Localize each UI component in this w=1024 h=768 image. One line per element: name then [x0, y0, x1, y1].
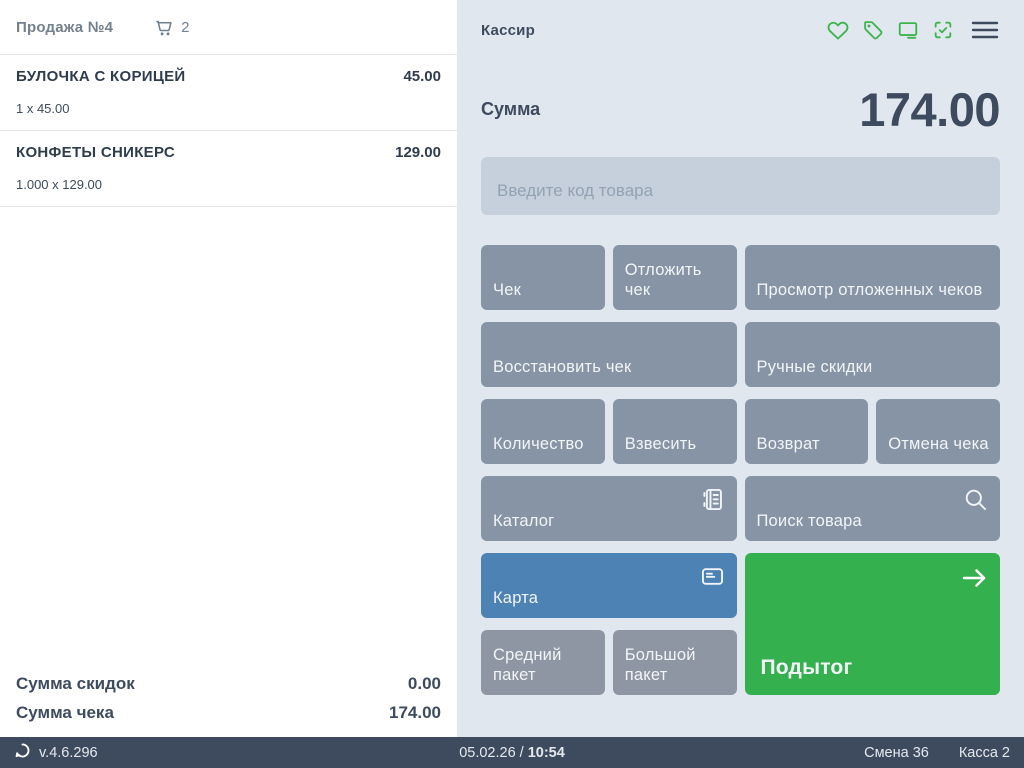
item-price: 129.00 [395, 144, 441, 161]
heart-icon[interactable] [827, 19, 849, 41]
receipt-panel: Продажа №4 2 БУЛОЧКА С КОРИЦЕЙ 45.00 1 x… [0, 0, 457, 737]
arrow-right-icon [959, 563, 989, 596]
large-bag-button[interactable]: Большой пакет [612, 630, 737, 695]
discount-value: 0.00 [407, 674, 441, 693]
hold-cheque-button[interactable]: Отложить чек [612, 245, 737, 310]
monitor-icon[interactable] [897, 19, 919, 41]
quantity-button[interactable]: Количество [481, 399, 605, 464]
card-button[interactable]: Карта [481, 553, 737, 618]
shift-label[interactable]: Смена 36 [864, 745, 929, 761]
item-quantity: 1 x 45.00 [16, 101, 70, 116]
receipt-item[interactable]: БУЛОЧКА С КОРИЦЕЙ 45.00 1 x 45.00 [0, 55, 457, 131]
action-button-grid: Чек Отложить чек Просмотр отложенных чек… [481, 245, 1000, 695]
sale-title: Продажа №4 [16, 18, 114, 36]
item-price: 45.00 [403, 68, 441, 85]
product-search-button[interactable]: Поиск товара [744, 476, 1000, 541]
cheque-total-row: Сумма чека 174.00 [16, 703, 441, 723]
sum-value: 174.00 [859, 83, 1000, 136]
view-held-cheques-button[interactable]: Просмотр отложенных чеков [744, 245, 1000, 310]
cart-counter: 2 [155, 18, 190, 37]
tag-icon[interactable] [862, 19, 884, 41]
item-name: КОНФЕТЫ СНИКЕРС [16, 144, 176, 161]
weigh-button[interactable]: Взвесить [612, 399, 737, 464]
cancel-cheque-button[interactable]: Отмена чека [876, 399, 1000, 464]
discount-total-row: Сумма скидок 0.00 [16, 674, 441, 694]
product-code-input[interactable] [481, 157, 1000, 215]
app-version: v.4.6.296 [39, 744, 98, 761]
actions-panel: Кассир Сумма 174.00 Введите код товара Ч… [457, 0, 1024, 737]
refund-button[interactable]: Возврат [744, 399, 869, 464]
cart-count: 2 [181, 18, 190, 36]
register-label[interactable]: Касса 2 [959, 745, 1010, 761]
scan-check-icon[interactable] [932, 19, 954, 41]
cheque-button[interactable]: Чек [481, 245, 605, 310]
status-bar: v.4.6.296 05.02.26 / 10:54 Смена 36 Касс… [0, 737, 1024, 768]
cashier-label: Кассир [481, 21, 535, 39]
receipt-item[interactable]: КОНФЕТЫ СНИКЕРС 129.00 1.000 x 129.00 [0, 131, 457, 207]
sum-label: Сумма [481, 99, 541, 119]
subtotal-button[interactable]: Подытог [744, 553, 1000, 695]
catalog-button[interactable]: Каталог [481, 476, 737, 541]
restore-cheque-button[interactable]: Восстановить чек [481, 322, 737, 387]
medium-bag-button[interactable]: Средний пакет [481, 630, 605, 695]
receipt-totals: Сумма скидок 0.00 Сумма чека 174.00 [0, 665, 457, 723]
app-logo-icon [14, 742, 31, 763]
manual-discounts-button[interactable]: Ручные скидки [744, 322, 1000, 387]
item-name: БУЛОЧКА С КОРИЦЕЙ [16, 68, 186, 85]
cart-icon [155, 18, 174, 37]
cheque-total-value: 174.00 [389, 703, 441, 722]
discount-label: Сумма скидок [16, 674, 135, 693]
sale-header: Продажа №4 2 [0, 0, 457, 55]
menu-icon[interactable] [970, 19, 1000, 41]
cheque-total-label: Сумма чека [16, 703, 114, 722]
item-quantity: 1.000 x 129.00 [16, 177, 103, 192]
